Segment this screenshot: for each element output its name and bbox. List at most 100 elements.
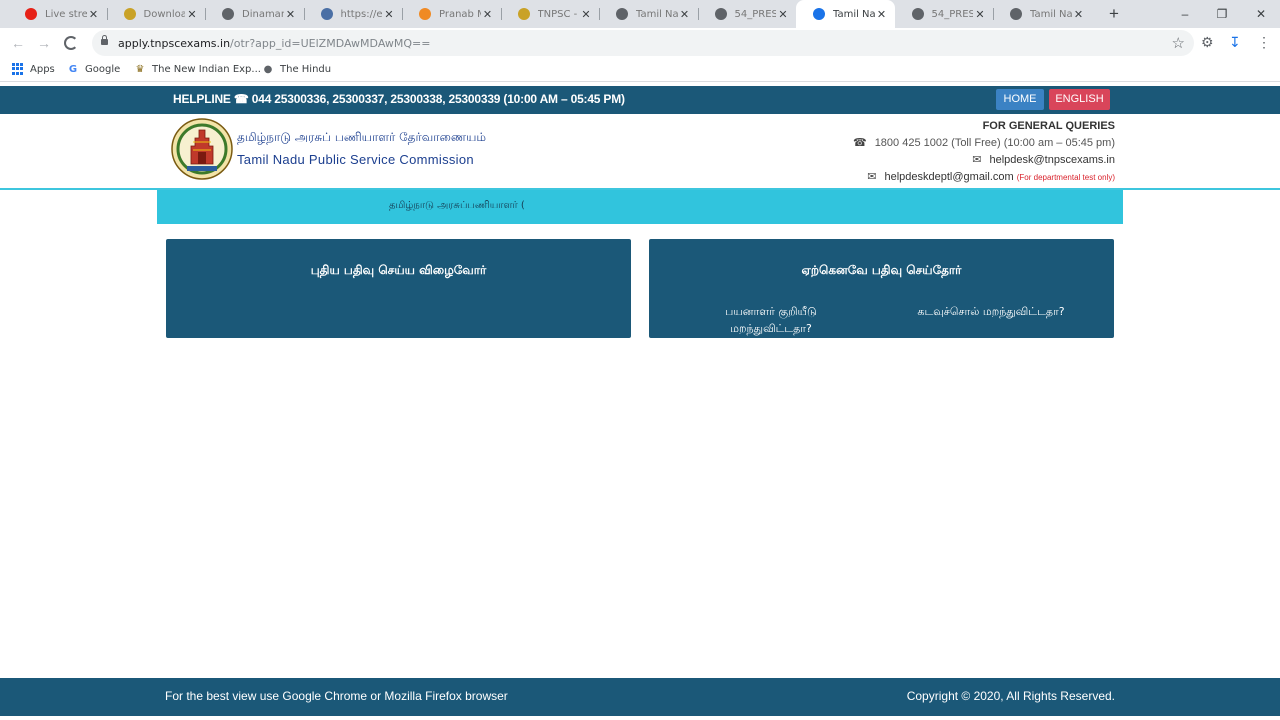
close-window-icon[interactable]: ✕: [1251, 4, 1271, 24]
bookmark-label: Google: [85, 63, 121, 75]
tnpsc-emblem-logo[interactable]: [171, 116, 233, 182]
maximize-icon[interactable]: ❐: [1212, 4, 1232, 24]
browser-tab[interactable]: TNPSC - T✕: [501, 0, 600, 28]
new-registration-title[interactable]: புதிய பதிவு செய்ய விழைவோர்: [166, 263, 631, 279]
helpline-phone: ☎ 1800 425 1002 (Toll Free) (10:00 am – 0…: [853, 136, 1115, 149]
envelope-icon: ✉: [972, 154, 982, 166]
bookmark-label: The Hindu: [280, 63, 332, 75]
tab-title: Pranab Mu: [439, 8, 481, 20]
bookmark-label: Apps: [30, 63, 55, 75]
bookmark-google[interactable]: G Google: [67, 63, 120, 75]
announcement-marquee: தமிழ்நாடு அரசுப்பணியாளர் (: [157, 190, 1123, 224]
bookmark-apps[interactable]: Apps: [12, 63, 55, 75]
dept-email-text[interactable]: helpdeskdeptl@gmail.com: [884, 171, 1013, 183]
browser-tab[interactable]: Live stream✕: [8, 0, 107, 28]
browser-tab[interactable]: Tamil Nad✕: [599, 0, 698, 28]
menu-kebab-icon[interactable]: ⋮: [1257, 34, 1271, 51]
tab-title: Tamil Nad: [1030, 8, 1072, 20]
copyright-text: Copyright © 2020, All Rights Reserved.: [906, 689, 1115, 703]
tab-favicon-icon: [1010, 8, 1022, 20]
back-icon[interactable]: ←: [8, 33, 28, 53]
browser-tab[interactable]: 54_PRESS✕: [698, 0, 797, 28]
tab-favicon-icon: [714, 8, 727, 20]
tab-close-icon[interactable]: ✕: [776, 8, 790, 21]
home-button[interactable]: HOME: [996, 89, 1044, 110]
address-bar[interactable]: apply.tnpscexams.in/otr?app_id=UElZMDAwM…: [92, 30, 1194, 56]
forgot-userid-link[interactable]: பயனாளர் குறியீடு மறந்துவிட்டதா?: [695, 303, 847, 337]
apps-grid-icon: [12, 63, 24, 75]
browser-tab-strip: Live stream✕Download✕Dinamani✕https://ep…: [0, 0, 1280, 28]
helpdesk-email[interactable]: ✉ helpdesk@tnpscexams.in: [972, 153, 1115, 166]
tab-favicon-icon: [911, 8, 924, 20]
loading-spinner-icon[interactable]: [64, 36, 78, 50]
tab-title: Dinamani: [242, 8, 284, 20]
helpline-text: HELPLINE ☎ 044 25300336, 25300337, 25300…: [173, 92, 625, 106]
english-language-button[interactable]: ENGLISH: [1049, 89, 1110, 110]
tab-close-icon[interactable]: ✕: [579, 8, 593, 21]
helpline-bar: HELPLINE ☎ 044 25300336, 25300337, 25300…: [0, 86, 1280, 114]
tab-title: Download: [143, 8, 186, 20]
tab-close-icon[interactable]: ✕: [481, 8, 495, 21]
browser-tab[interactable]: https://ep✕: [304, 0, 403, 28]
forward-icon[interactable]: →: [34, 33, 54, 53]
departmental-email[interactable]: ✉ helpdeskdeptl@gmail.com (For department…: [867, 170, 1115, 183]
browser-recommendation: For the best view use Google Chrome or M…: [165, 689, 508, 703]
tab-close-icon[interactable]: ✕: [1072, 8, 1086, 21]
phone-text: 1800 425 1002 (Toll Free) (10:00 am – 05…: [874, 137, 1115, 149]
site-header: தமிழ்நாடு அரசுப் பணியாளர் தேர்வாணையம் Ta…: [0, 114, 1280, 190]
tab-title: 54_PRESS: [734, 8, 777, 20]
bookmark-new-indian-express[interactable]: ♛ The New Indian Exp...: [134, 63, 261, 75]
google-icon: G: [68, 63, 78, 75]
url-text[interactable]: apply.tnpscexams.in/otr?app_id=UElZMDAwM…: [118, 37, 430, 50]
tab-close-icon[interactable]: ✕: [284, 8, 298, 21]
tab-favicon-icon: [123, 8, 136, 20]
tab-close-icon[interactable]: ✕: [973, 8, 987, 21]
browser-toolbar: ← → apply.tnpscexams.in/otr?app_id=UElZM…: [0, 28, 1280, 58]
general-queries-title: FOR GENERAL QUERIES: [982, 120, 1115, 132]
bookmark-label: The New Indian Exp...: [152, 63, 261, 75]
tab-favicon-icon: [222, 8, 234, 20]
org-name-tamil: தமிழ்நாடு அரசுப் பணியாளர் தேர்வாணையம்: [237, 130, 487, 144]
existing-registration-panel: ஏற்கெனவே பதிவு செய்தோர் பயனாளர் குறியீடு…: [649, 239, 1114, 338]
url-path: /otr?app_id=UElZMDAwMDAwMQ==: [230, 37, 431, 50]
browser-tab[interactable]: Tamil Nad✕: [993, 0, 1092, 28]
browser-tab[interactable]: Tamil Nad✕: [796, 0, 895, 28]
tab-close-icon[interactable]: ✕: [678, 8, 692, 21]
tab-close-icon[interactable]: ✕: [875, 8, 889, 21]
extensions-puzzle-icon[interactable]: ⚙: [1201, 34, 1214, 51]
new-tab-button[interactable]: +: [1104, 4, 1124, 24]
tab-favicon-icon: [419, 8, 431, 20]
newspaper-icon: ♛: [135, 63, 145, 75]
tab-favicon-icon: [616, 8, 628, 20]
email-text[interactable]: helpdesk@tnpscexams.in: [989, 154, 1115, 166]
tab-close-icon[interactable]: ✕: [382, 8, 396, 21]
tab-title: https://ep: [340, 8, 383, 20]
existing-registration-title[interactable]: ஏற்கெனவே பதிவு செய்தோர்: [649, 263, 1114, 279]
browser-tab[interactable]: Dinamani✕: [205, 0, 304, 28]
marquee-text: தமிழ்நாடு அரசுப்பணியாளர் (: [389, 200, 525, 211]
new-registration-panel[interactable]: புதிய பதிவு செய்ய விழைவோர்: [166, 239, 631, 338]
tab-favicon-icon: [813, 8, 825, 20]
bookmark-star-icon[interactable]: ☆: [1172, 34, 1185, 52]
org-name-english: Tamil Nadu Public Service Commission: [237, 152, 474, 167]
phone-icon: ☎: [852, 137, 867, 149]
browser-tab[interactable]: Download✕: [107, 0, 206, 28]
lock-icon[interactable]: [101, 35, 108, 45]
tab-favicon-icon: [25, 8, 37, 20]
browser-tab[interactable]: 54_PRESS✕: [895, 0, 994, 28]
dept-email-note: (For departmental test only): [1016, 173, 1115, 182]
globe-icon: ●: [263, 63, 273, 75]
tab-title: Live stream: [45, 8, 87, 20]
site-footer: For the best view use Google Chrome or M…: [0, 678, 1280, 716]
browser-tab[interactable]: Pranab Mu✕: [402, 0, 501, 28]
url-host: apply.tnpscexams.in: [118, 37, 231, 50]
tab-title: TNPSC - T: [537, 8, 580, 20]
bookmark-the-hindu[interactable]: ● The Hindu: [262, 63, 331, 75]
download-icon[interactable]: ↧: [1229, 34, 1241, 51]
forgot-password-link[interactable]: கடவுச்சொல் மறந்துவிட்டதா?: [895, 303, 1087, 320]
tab-title: Tamil Nad: [636, 8, 678, 20]
tab-close-icon[interactable]: ✕: [185, 8, 199, 21]
tab-close-icon[interactable]: ✕: [87, 8, 101, 21]
minimize-icon[interactable]: –: [1175, 4, 1195, 24]
bookmarks-bar: Apps G Google ♛ The New Indian Exp... ● …: [0, 58, 1280, 82]
